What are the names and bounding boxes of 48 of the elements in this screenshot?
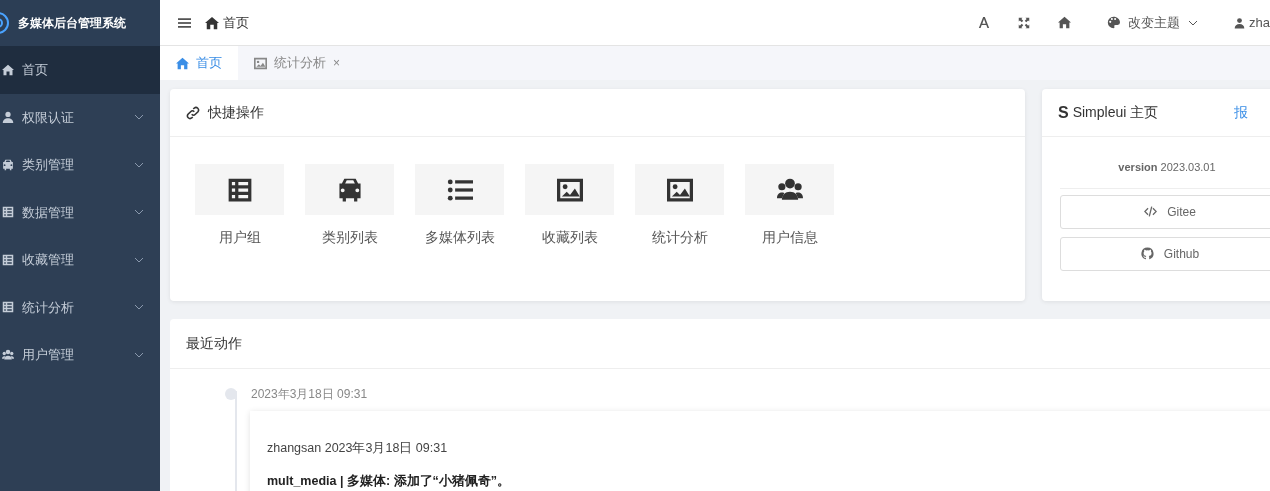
image-icon (254, 56, 267, 70)
home-icon (176, 56, 189, 70)
theme-dropdown[interactable]: 改变主题 (1128, 12, 1181, 33)
home-icon (2, 63, 14, 76)
user-icon (1234, 16, 1246, 29)
table-icon (226, 176, 253, 203)
user-icon (2, 111, 14, 124)
link-button[interactable]: Github (1060, 236, 1270, 271)
home-icon (205, 15, 219, 30)
users-icon (776, 176, 803, 203)
image-icon (556, 176, 583, 203)
sidebar-item[interactable]: 收藏管理 (0, 236, 160, 284)
car-icon (2, 158, 14, 171)
entry-message: mult_media | 多媒体: 添加了“小猪佩奇”。 (267, 472, 512, 490)
car-icon (336, 176, 363, 203)
users-icon (2, 348, 14, 361)
sidebar-item[interactable]: 统计分析 (0, 283, 160, 331)
breadcrumb-item[interactable]: 首页 (223, 12, 249, 33)
sidebar-item[interactable]: 权限认证 (0, 93, 160, 141)
table-icon (2, 206, 14, 219)
sidebar-item[interactable]: 类别管理 (0, 141, 160, 189)
font-icon (978, 16, 991, 29)
sidebar-item[interactable]: 数据管理 (0, 188, 160, 236)
github-icon (1140, 247, 1154, 260)
tab[interactable]: 首页 (160, 46, 238, 80)
sidebar-title: 多媒体后台管理系统 (18, 15, 126, 32)
version-text: version 2023.03.01 (1060, 137, 1270, 189)
sidebar-item[interactable]: 用户管理 (0, 331, 160, 379)
logo-text: S (1058, 102, 1069, 123)
entry-author: zhangsan 2023年3月18日 09:31 (267, 440, 449, 457)
table-icon (2, 301, 14, 314)
code-icon (1144, 205, 1158, 218)
image-icon (666, 176, 693, 203)
menu-icon (178, 15, 191, 30)
user-menu[interactable]: zha (1249, 12, 1270, 33)
sidebar-item[interactable]: 首页 (0, 46, 160, 94)
timestamp: 2023年3月18日 09:31 (251, 386, 368, 403)
report-link[interactable]: 报 (1234, 102, 1248, 123)
palette-icon (1107, 16, 1121, 29)
card-title: Simpleui 主页 (1072, 103, 1159, 122)
home-icon (1058, 16, 1072, 29)
card-title: 最近动作 (186, 334, 242, 353)
tab[interactable]: 统计分析 × (238, 46, 356, 80)
link-icon (186, 105, 200, 120)
table-icon (2, 253, 14, 266)
card-title: 快捷操作 (208, 103, 264, 122)
fullscreen-icon (1018, 16, 1031, 29)
link-button[interactable]: Gitee (1060, 194, 1270, 229)
